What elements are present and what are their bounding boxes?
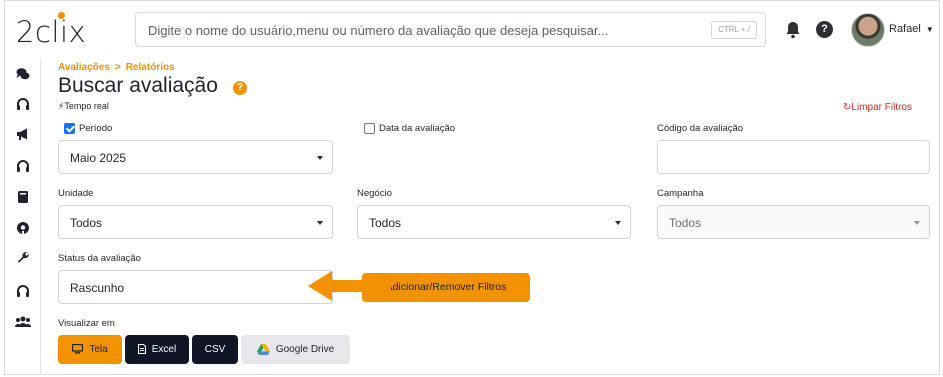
chevron-down-icon bbox=[317, 221, 323, 225]
negocio-value: Todos bbox=[369, 216, 402, 230]
view-google-drive-label: Google Drive bbox=[275, 344, 335, 355]
headset-icon[interactable] bbox=[16, 159, 30, 173]
campanha-label: Campanha bbox=[657, 188, 704, 199]
search-placeholder: Digite o nome do usuário,menu ou número … bbox=[148, 23, 609, 38]
status-value: Rascunho bbox=[70, 281, 125, 295]
status-label: Status da avaliação bbox=[58, 253, 141, 264]
sidebar bbox=[5, 59, 41, 375]
periodo-label: Período bbox=[79, 123, 113, 134]
unidade-label: Unidade bbox=[58, 188, 94, 199]
chevron-down-icon bbox=[914, 221, 920, 225]
user-menu[interactable]: Rafael ▼ bbox=[889, 23, 934, 35]
view-csv-label: CSV bbox=[204, 344, 226, 355]
breadcrumb-separator: > bbox=[114, 62, 121, 73]
codigo-label: Código da avaliação bbox=[657, 123, 744, 134]
help-badge[interactable]: ? bbox=[233, 81, 247, 95]
view-google-drive-button[interactable]: Google Drive bbox=[241, 335, 350, 364]
breadcrumb-item-avaliacoes[interactable]: Avaliações bbox=[58, 62, 110, 73]
book-icon[interactable] bbox=[16, 190, 30, 204]
chevron-down-icon: ▼ bbox=[925, 25, 934, 34]
logo[interactable]: 2clix bbox=[16, 15, 86, 49]
megaphone-icon[interactable] bbox=[16, 127, 30, 141]
chevron-down-icon bbox=[615, 221, 621, 225]
breadcrumb: Avaliações > Relatórios bbox=[58, 62, 175, 73]
clear-filters-label: Limpar Filtros bbox=[851, 102, 912, 113]
periodo-value: Maio 2025 bbox=[70, 151, 127, 165]
brain-icon[interactable] bbox=[16, 221, 30, 235]
user-name: Rafael bbox=[889, 23, 921, 35]
chat-icon[interactable] bbox=[16, 67, 30, 81]
periodo-select[interactable]: Maio 2025 bbox=[58, 140, 333, 174]
campanha-select[interactable]: Todos bbox=[657, 205, 930, 239]
wrench-icon[interactable] bbox=[16, 251, 30, 265]
campanha-value: Todos bbox=[669, 216, 702, 230]
headset-icon[interactable] bbox=[16, 284, 30, 298]
page-title: Buscar avaliação bbox=[58, 74, 218, 97]
view-tela-button[interactable]: Tela bbox=[58, 335, 122, 364]
status-select[interactable]: Rascunho bbox=[58, 270, 333, 304]
breadcrumb-item-relatorios[interactable]: Relatórios bbox=[126, 62, 175, 73]
file-icon bbox=[137, 344, 146, 355]
data-avaliacao-checkbox[interactable] bbox=[364, 123, 375, 134]
view-tela-label: Tela bbox=[89, 344, 108, 355]
view-excel-button[interactable]: Excel bbox=[125, 335, 189, 364]
search-shortcut: CTRL + / bbox=[711, 21, 757, 39]
chevron-down-icon bbox=[317, 156, 323, 160]
headset-icon[interactable] bbox=[16, 97, 30, 111]
view-label: Visualizar em bbox=[58, 318, 115, 329]
help-icon[interactable]: ? bbox=[816, 21, 833, 38]
users-icon[interactable] bbox=[15, 315, 31, 329]
search-input[interactable]: Digite o nome do usuário,menu ou número … bbox=[135, 12, 766, 47]
realtime-indicator: ⚡Tempo real bbox=[58, 101, 109, 112]
arrow-left-icon bbox=[308, 271, 391, 301]
view-excel-label: Excel bbox=[151, 344, 177, 355]
clear-filters-link[interactable]: ↻Limpar Filtros bbox=[843, 102, 912, 113]
monitor-icon bbox=[72, 344, 84, 354]
google-drive-icon bbox=[256, 343, 270, 355]
negocio-label: Negócio bbox=[357, 188, 392, 199]
top-bar: 2clix Digite o nome do usuário,menu ou n… bbox=[5, 1, 939, 59]
negocio-select[interactable]: Todos bbox=[357, 205, 631, 239]
periodo-checkbox[interactable] bbox=[64, 123, 75, 134]
unidade-select[interactable]: Todos bbox=[58, 205, 333, 239]
view-csv-button[interactable]: CSV bbox=[192, 335, 238, 364]
codigo-input[interactable] bbox=[657, 140, 930, 174]
avatar[interactable] bbox=[851, 13, 885, 47]
realtime-label: Tempo real bbox=[64, 101, 109, 111]
logo-dot bbox=[58, 12, 65, 19]
data-avaliacao-label: Data da avaliação bbox=[379, 123, 456, 134]
unidade-value: Todos bbox=[70, 216, 103, 230]
app-frame: 2clix Digite o nome do usuário,menu ou n… bbox=[4, 0, 940, 375]
bell-icon[interactable] bbox=[784, 20, 802, 40]
